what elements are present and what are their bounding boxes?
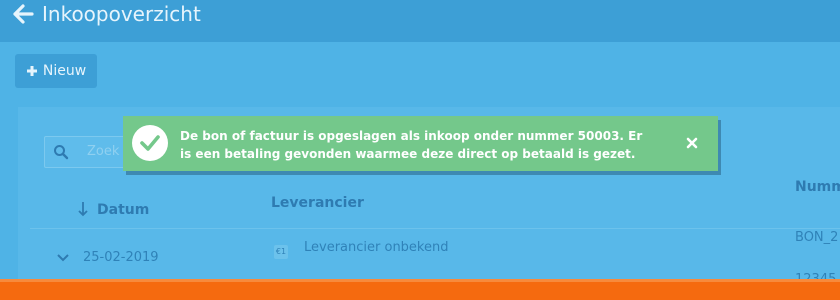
check-icon bbox=[140, 135, 160, 151]
new-button[interactable]: Nieuw bbox=[15, 54, 97, 88]
row-divider bbox=[30, 228, 840, 229]
header-inner: Inkoopoverzicht bbox=[12, 0, 201, 28]
footer-stripe bbox=[0, 282, 840, 300]
toast-message: De bon of factuur is opgeslagen als inko… bbox=[180, 129, 643, 161]
search-input[interactable]: Zoek bbox=[87, 144, 119, 159]
check-circle-icon bbox=[132, 125, 168, 161]
chevron-down-icon[interactable] bbox=[57, 251, 69, 263]
plus-icon bbox=[26, 66, 37, 76]
success-toast: De bon of factuur is opgeslagen als inko… bbox=[123, 116, 718, 171]
column-header-number[interactable]: Numm bbox=[795, 179, 840, 195]
row-date: 25-02-2019 bbox=[83, 250, 159, 265]
arrow-left-icon[interactable] bbox=[12, 3, 34, 25]
close-icon[interactable] bbox=[686, 137, 698, 149]
row-number: BON_2 bbox=[795, 230, 839, 245]
new-button-label: Nieuw bbox=[42, 63, 87, 79]
page-header: Inkoopoverzicht bbox=[0, 0, 840, 42]
sort-descending-icon[interactable] bbox=[78, 201, 88, 217]
page-title: Inkoopoverzicht bbox=[42, 2, 201, 26]
column-header-supplier[interactable]: Leverancier bbox=[271, 195, 364, 211]
column-header-date[interactable]: Datum bbox=[97, 202, 149, 218]
supplier-status-icon: €1 bbox=[274, 245, 288, 259]
search-icon bbox=[54, 145, 69, 160]
row-supplier: Leverancier onbekend bbox=[304, 240, 449, 255]
